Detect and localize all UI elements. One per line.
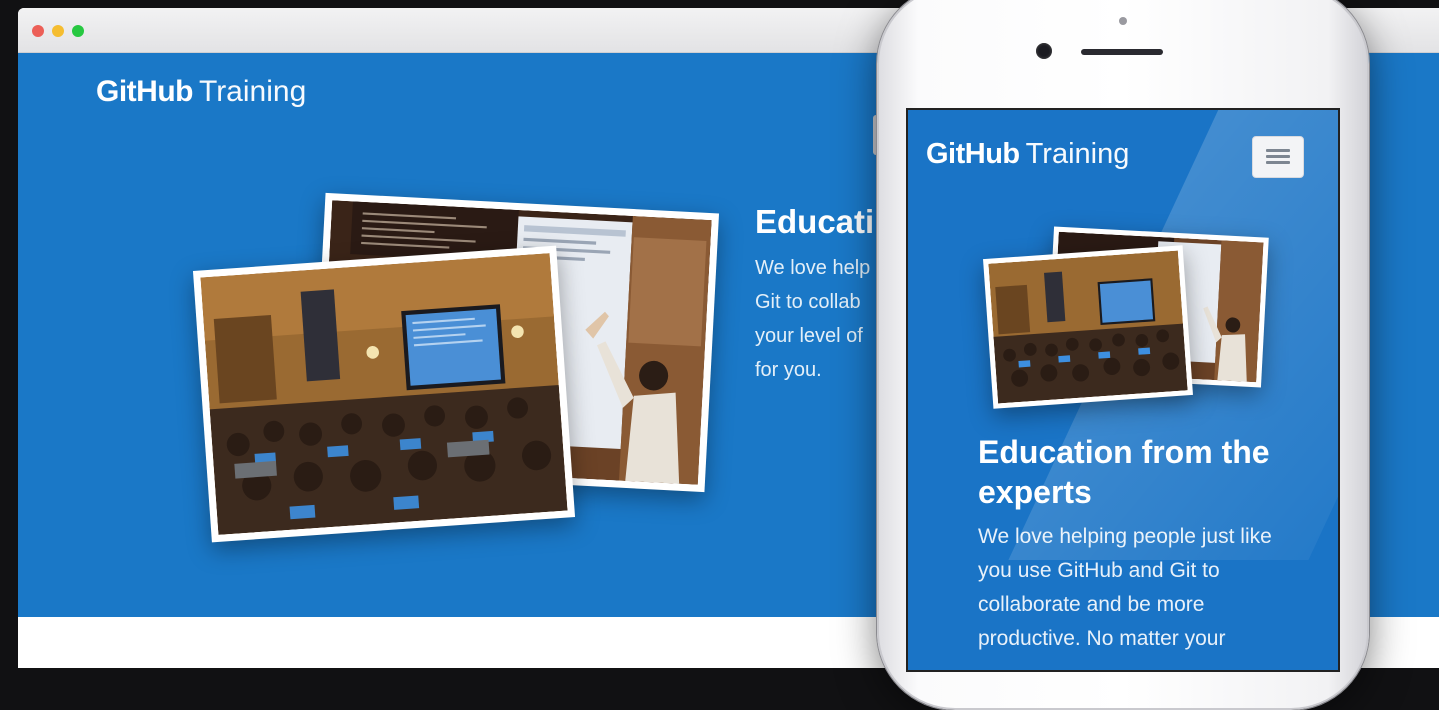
classroom-photo xyxy=(192,245,576,543)
hero-heading: Educati xyxy=(755,203,875,240)
window-close-button[interactable] xyxy=(32,25,44,37)
logo-brand: GitHub xyxy=(926,138,1020,170)
site-logo[interactable]: GitHub Training xyxy=(96,75,306,109)
logo-brand: GitHub xyxy=(96,75,193,108)
hamburger-menu-button[interactable] xyxy=(1252,136,1304,178)
window-minimize-button[interactable] xyxy=(52,25,64,37)
phone-speaker xyxy=(1081,49,1163,55)
logo-product: Training xyxy=(198,75,307,108)
phone-sensor xyxy=(1119,17,1127,25)
mobile-hero-heading: Education from the experts xyxy=(978,434,1270,510)
phone-camera xyxy=(1036,43,1052,59)
mobile-hero-description: We love helping people just like you use… xyxy=(978,525,1272,650)
mobile-site-logo[interactable]: GitHub Training xyxy=(926,138,1129,171)
logo-product: Training xyxy=(1025,138,1130,170)
phone-screen: GitHub Training Education from the exper… xyxy=(906,108,1340,672)
mobile-classroom-photo xyxy=(983,245,1193,409)
window-maximize-button[interactable] xyxy=(72,25,84,37)
